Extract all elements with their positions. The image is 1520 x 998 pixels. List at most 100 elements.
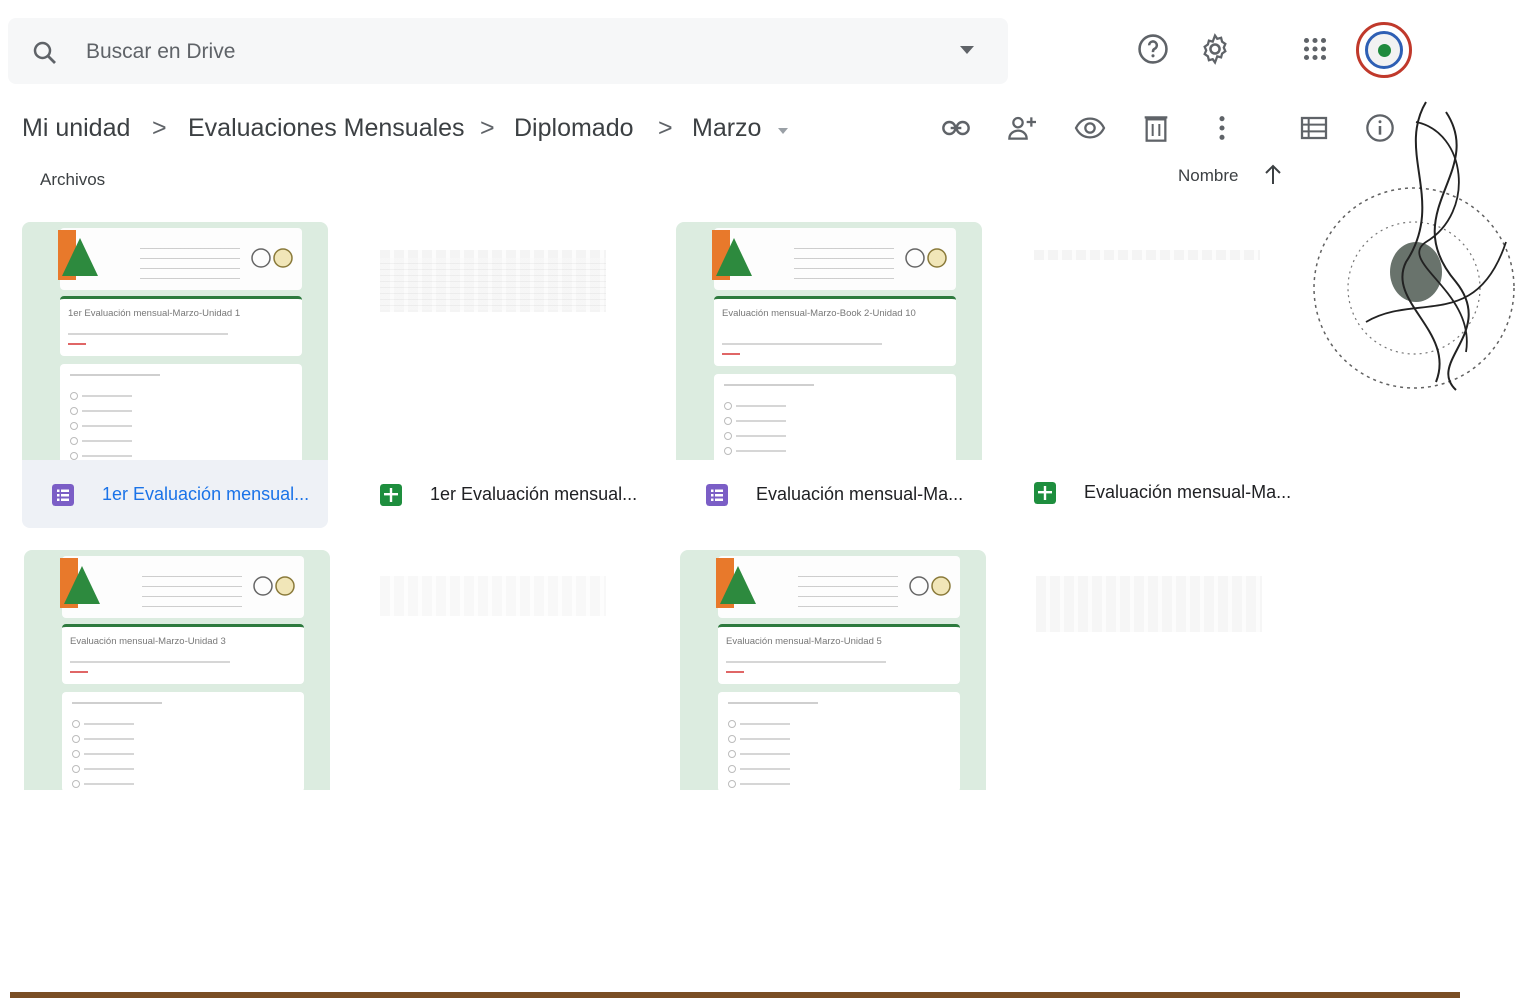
file-thumbnail: Evaluación mensual-Marzo-Book 2-Unidad 1… xyxy=(676,222,982,474)
option-line xyxy=(84,783,134,785)
header-text-lines xyxy=(140,242,240,282)
file-card-footer[interactable]: Evaluación mensual-Ma... xyxy=(676,460,982,528)
search-input[interactable]: Buscar en Drive xyxy=(86,40,235,64)
sheets-icon xyxy=(380,484,402,506)
link-icon[interactable] xyxy=(940,112,972,144)
file-card[interactable]: 1er Evaluación mensual-Marzo-Unidad 1 1e… xyxy=(22,222,328,528)
avatar-dot xyxy=(1378,44,1391,57)
breadcrumb-item-diplomado[interactable]: Diplomado xyxy=(514,114,634,143)
breadcrumb-item-marzo[interactable]: Marzo xyxy=(692,114,761,143)
option-line xyxy=(82,455,132,457)
file-card-footer[interactable]: Evaluación mensual-Ma... xyxy=(1004,458,1310,526)
seal-icon xyxy=(251,248,293,268)
form-question-block xyxy=(62,692,304,792)
tree-icon xyxy=(720,566,756,604)
form-title: Evaluación mensual-Marzo-Book 2-Unidad 1… xyxy=(722,308,916,319)
sheet-thumbnail xyxy=(1034,250,1260,260)
file-card-footer[interactable]: 1er Evaluación mensual... xyxy=(350,460,656,528)
header-text-lines xyxy=(142,570,242,610)
tree-icon xyxy=(62,238,98,276)
form-question-block xyxy=(60,364,302,464)
radio-icon xyxy=(72,750,80,758)
radio-icon xyxy=(728,750,736,758)
option-line xyxy=(736,405,786,407)
file-name[interactable]: 1er Evaluación mensual... xyxy=(102,484,309,505)
form-header-image xyxy=(60,556,304,618)
form-title-block: 1er Evaluación mensual-Marzo-Unidad 1 xyxy=(60,296,302,356)
required-line xyxy=(722,353,740,355)
more-vert-icon[interactable] xyxy=(1206,112,1238,144)
radio-icon xyxy=(70,407,78,415)
file-card[interactable]: Evaluación mensual-Marzo-Unidad 5 xyxy=(680,550,986,810)
file-card[interactable]: Evaluación mensual-Marzo-Book 2-Unidad 1… xyxy=(676,222,982,528)
file-card-footer[interactable]: 1er Evaluación mensual... xyxy=(22,460,328,528)
option-line xyxy=(736,420,786,422)
arrow-up-icon[interactable] xyxy=(1262,162,1284,188)
file-thumbnail: Evaluación mensual-Marzo-Unidad 3 xyxy=(24,550,330,792)
trash-icon[interactable] xyxy=(1140,112,1172,144)
question-line xyxy=(724,384,814,386)
chevron-down-icon[interactable] xyxy=(778,128,788,134)
form-title: Evaluación mensual-Marzo-Unidad 5 xyxy=(726,636,882,647)
file-name[interactable]: 1er Evaluación mensual... xyxy=(430,484,637,505)
seal-icon xyxy=(909,576,951,596)
help-icon[interactable] xyxy=(1136,32,1170,66)
sheet-thumbnail xyxy=(1036,576,1262,632)
tree-icon xyxy=(64,566,100,604)
file-card[interactable]: Evaluación mensual-Ma... xyxy=(1004,220,1310,526)
option-line xyxy=(84,738,134,740)
top-bar: Buscar en Drive xyxy=(0,0,1520,96)
breadcrumb-item-mi-unidad[interactable]: Mi unidad xyxy=(22,114,130,143)
file-name[interactable]: Evaluación mensual-Ma... xyxy=(1084,482,1291,503)
question-line xyxy=(70,374,160,376)
sheets-icon xyxy=(1034,482,1056,504)
breadcrumb-item-evaluaciones[interactable]: Evaluaciones Mensuales xyxy=(188,114,465,143)
search-icon[interactable] xyxy=(30,38,60,68)
radio-icon xyxy=(728,780,736,788)
option-line xyxy=(82,395,132,397)
option-line xyxy=(740,768,790,770)
question-line xyxy=(72,702,162,704)
option-line xyxy=(736,435,786,437)
radio-icon xyxy=(724,417,732,425)
bottom-edge-bar xyxy=(10,992,1460,998)
file-card[interactable]: Evaluación mensual-Marzo-Unidad 3 xyxy=(24,550,330,810)
radio-icon xyxy=(724,402,732,410)
radio-icon xyxy=(724,447,732,455)
section-label-files: Archivos xyxy=(40,170,106,189)
search-options-icon[interactable] xyxy=(960,46,974,54)
breadcrumb-separator: > xyxy=(152,114,167,142)
form-header-image xyxy=(712,228,956,290)
form-title: 1er Evaluación mensual-Marzo-Unidad 1 xyxy=(68,308,241,319)
form-description-line xyxy=(68,333,228,335)
file-name[interactable]: Evaluación mensual-Ma... xyxy=(756,484,963,505)
avatar[interactable] xyxy=(1356,22,1412,78)
tree-icon xyxy=(716,238,752,276)
file-card[interactable] xyxy=(1006,550,1312,810)
option-line xyxy=(740,723,790,725)
header-text-lines xyxy=(794,242,894,282)
settings-icon[interactable] xyxy=(1198,32,1232,66)
file-card[interactable]: 1er Evaluación mensual... xyxy=(350,222,656,528)
option-line xyxy=(82,410,132,412)
sort-label[interactable]: Nombre xyxy=(1178,166,1238,186)
option-line xyxy=(740,783,790,785)
form-description-line xyxy=(726,661,886,663)
apps-grid-icon[interactable] xyxy=(1298,32,1332,66)
forms-icon xyxy=(52,484,74,506)
share-icon[interactable] xyxy=(1006,112,1038,144)
breadcrumb-separator: > xyxy=(658,114,673,142)
avatar-image xyxy=(1365,31,1403,69)
radio-icon xyxy=(72,765,80,773)
option-line xyxy=(740,738,790,740)
radio-icon xyxy=(70,437,78,445)
radio-icon xyxy=(72,735,80,743)
official-stamp-signature xyxy=(1313,101,1515,391)
file-thumbnail: Evaluación mensual-Marzo-Unidad 5 xyxy=(680,550,986,792)
file-card[interactable] xyxy=(350,550,656,810)
radio-icon xyxy=(72,720,80,728)
required-line xyxy=(726,671,744,673)
radio-icon xyxy=(72,780,80,788)
preview-icon[interactable] xyxy=(1074,112,1106,144)
option-line xyxy=(84,768,134,770)
